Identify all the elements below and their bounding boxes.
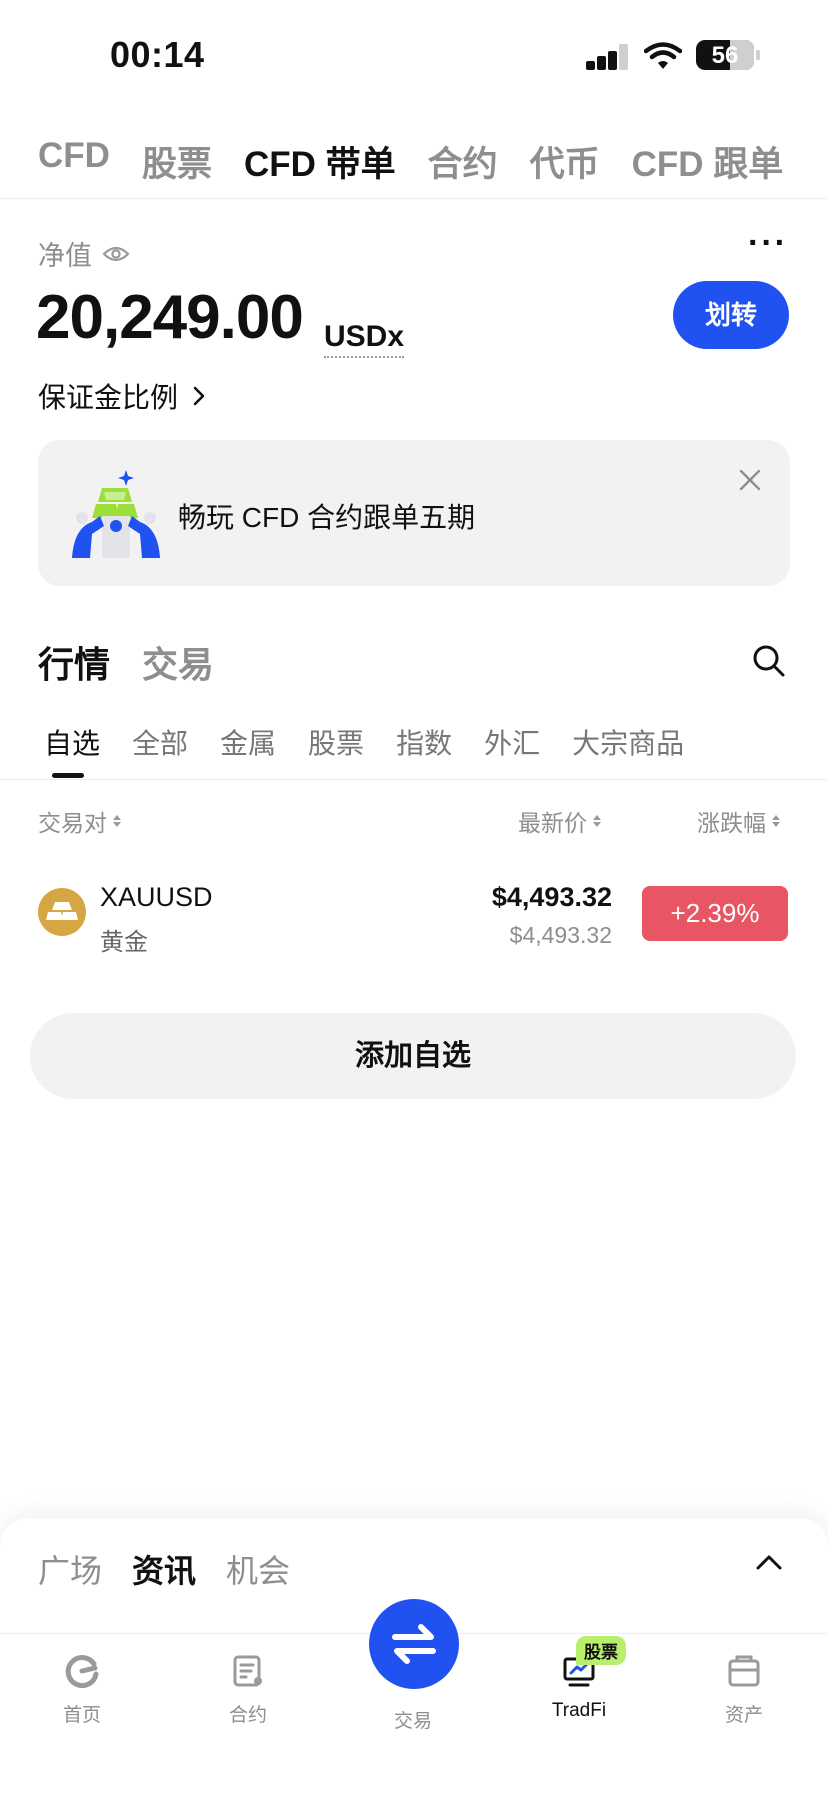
nav-home[interactable]: 首页 bbox=[22, 1648, 142, 1727]
margin-ratio-label: 保证金比例 bbox=[38, 382, 179, 413]
wifi-icon bbox=[644, 42, 682, 69]
tab-stocks[interactable]: 股票 bbox=[142, 136, 212, 187]
home-icon bbox=[65, 1655, 99, 1688]
tab-futures[interactable]: 合约 bbox=[428, 136, 498, 187]
tab-cfd[interactable]: CFD bbox=[38, 136, 110, 187]
nav-assets-label: 资产 bbox=[724, 1705, 763, 1726]
swap-arrows-icon bbox=[392, 1624, 436, 1664]
sort-icon bbox=[593, 815, 601, 827]
tab-tokens[interactable]: 代币 bbox=[530, 136, 600, 187]
feed-tab-opportunities[interactable]: 机会 bbox=[226, 1546, 290, 1592]
equity-unit[interactable]: USDx bbox=[324, 320, 405, 358]
chevron-up-icon[interactable] bbox=[755, 1553, 783, 1571]
battery-tip bbox=[756, 50, 760, 60]
symbol: XAUUSD bbox=[100, 882, 213, 912]
category-active-indicator bbox=[52, 773, 84, 778]
equity-label-row: 净值 bbox=[38, 234, 130, 273]
tab-cfd-copy-lead[interactable]: CFD 带单 bbox=[244, 136, 396, 187]
market-section-tabs: 行情 交易 bbox=[38, 636, 214, 688]
gold-bars-icon bbox=[38, 888, 86, 936]
category-watchlist[interactable]: 自选 bbox=[44, 722, 100, 762]
last-price: $4,493.32 bbox=[491, 882, 612, 912]
feed-tabs: 广场 资讯 机会 bbox=[38, 1546, 290, 1592]
cellular-signal-icon bbox=[586, 44, 630, 70]
more-options-icon[interactable]: ··· bbox=[748, 224, 788, 263]
chevron-right-icon bbox=[193, 386, 205, 406]
tabs-divider bbox=[0, 198, 828, 199]
status-time: 00:14 bbox=[110, 34, 205, 75]
column-last-price-header[interactable]: 最新价 bbox=[518, 804, 601, 838]
category-commodities[interactable]: 大宗商品 bbox=[572, 722, 684, 762]
close-icon[interactable] bbox=[738, 468, 762, 492]
category-forex[interactable]: 外汇 bbox=[484, 722, 540, 762]
column-pair-header[interactable]: 交易对 bbox=[38, 804, 121, 838]
promo-illustration-icon bbox=[72, 470, 160, 558]
tab-market[interactable]: 行情 bbox=[38, 636, 110, 688]
sort-icon bbox=[113, 815, 121, 827]
nav-tradfi-label: TradFi bbox=[551, 1700, 607, 1721]
equity-label: 净值 bbox=[38, 241, 92, 271]
tab-cfd-copy-follow[interactable]: CFD 跟单 bbox=[632, 136, 784, 187]
sort-icon bbox=[772, 815, 780, 827]
search-icon[interactable] bbox=[752, 644, 786, 678]
category-tabs: 自选 全部 金属 股票 指数 外汇 大宗商品 bbox=[44, 722, 684, 762]
feed-tab-square[interactable]: 广场 bbox=[38, 1546, 102, 1592]
top-tabs: CFD 股票 CFD 带单 合约 代币 CFD 跟单 bbox=[38, 136, 783, 187]
transfer-button[interactable]: 划转 bbox=[673, 281, 789, 349]
nav-trade-label[interactable]: 交易 bbox=[353, 1706, 473, 1733]
nav-contracts-label: 合约 bbox=[228, 1705, 267, 1726]
trade-fab-button[interactable] bbox=[369, 1599, 459, 1689]
promo-banner-text: 畅玩 CFD 合约跟单五期 bbox=[178, 502, 476, 533]
nav-home-label: 首页 bbox=[62, 1705, 101, 1726]
tradfi-stocks-badge: 股票 bbox=[576, 1636, 626, 1665]
wallet-icon bbox=[728, 1655, 760, 1687]
battery-icon: 56 bbox=[696, 40, 754, 70]
column-change-header[interactable]: 涨跌幅 bbox=[697, 804, 780, 838]
feed-tab-news[interactable]: 资讯 bbox=[132, 1546, 196, 1592]
nav-contracts[interactable]: 合约 bbox=[188, 1648, 308, 1727]
add-watchlist-button[interactable]: 添加自选 bbox=[30, 1013, 796, 1099]
category-all[interactable]: 全部 bbox=[132, 722, 188, 762]
equity-value: 20,249.00 bbox=[36, 283, 304, 352]
eye-icon[interactable] bbox=[102, 244, 130, 264]
nav-assets[interactable]: 资产 bbox=[684, 1648, 804, 1727]
tab-trade[interactable]: 交易 bbox=[142, 636, 214, 688]
category-indices[interactable]: 指数 bbox=[396, 722, 452, 762]
category-metals[interactable]: 金属 bbox=[220, 722, 276, 762]
contract-document-icon bbox=[233, 1655, 262, 1687]
symbol-name: 黄金 bbox=[100, 929, 148, 956]
category-divider bbox=[0, 779, 828, 780]
change-badge[interactable]: +2.39% bbox=[642, 886, 788, 941]
margin-ratio-link[interactable]: 保证金比例 bbox=[38, 376, 206, 416]
mark-price: $4,493.32 bbox=[509, 922, 612, 948]
category-stocks[interactable]: 股票 bbox=[308, 722, 364, 762]
